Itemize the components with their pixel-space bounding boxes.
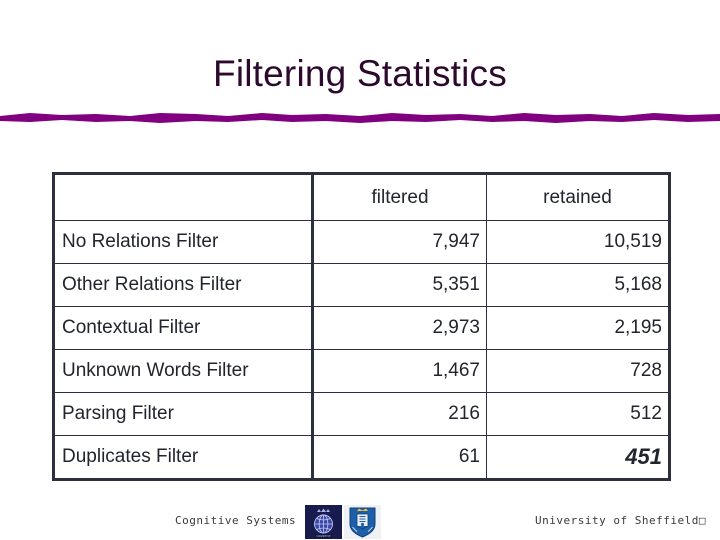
row-label-unknown-words-filter: Unknown Words Filter xyxy=(53,349,314,393)
title-divider-shape xyxy=(0,113,720,123)
university-of-sheffield-shield-logo xyxy=(344,505,381,539)
svg-text:COGNITIVE: COGNITIVE xyxy=(316,534,331,538)
cell-filtered-other-relations-filter: 5,351 xyxy=(312,263,487,307)
cell-retained-duplicates-filter: 451 xyxy=(486,435,670,480)
cognitive-systems-crest-logo: COGNITIVE xyxy=(305,505,342,539)
table-header-row: filtered retained xyxy=(53,173,670,221)
row-label-duplicates-filter: Duplicates Filter xyxy=(53,435,314,480)
title-divider-rule xyxy=(0,106,720,128)
table-row: Duplicates Filter 61 451 xyxy=(53,435,670,480)
footer-project-name: Cognitive Systems xyxy=(175,514,297,527)
row-label-contextual-filter: Contextual Filter xyxy=(53,306,314,350)
column-header-label xyxy=(53,173,314,221)
cell-retained-contextual-filter: 2,195 xyxy=(486,306,670,350)
table-row: No Relations Filter 7,947 10,519 xyxy=(53,220,670,264)
cell-filtered-contextual-filter: 2,973 xyxy=(312,306,487,350)
row-label-parsing-filter: Parsing Filter xyxy=(53,392,314,436)
cell-retained-unknown-words-filter: 728 xyxy=(486,349,670,393)
row-label-no-relations-filter: No Relations Filter xyxy=(53,220,314,264)
column-header-retained: retained xyxy=(486,173,670,221)
table-row: Other Relations Filter 5,351 5,168 xyxy=(53,263,670,307)
column-header-filtered: filtered xyxy=(312,173,487,221)
title-divider-svg xyxy=(0,113,720,123)
cell-retained-no-relations-filter: 10,519 xyxy=(486,220,670,264)
cell-filtered-parsing-filter: 216 xyxy=(312,392,487,436)
cell-filtered-unknown-words-filter: 1,467 xyxy=(312,349,487,393)
filtering-statistics-table: filtered retained No Relations Filter 7,… xyxy=(52,172,671,481)
cell-filtered-duplicates-filter: 61 xyxy=(312,435,487,480)
row-label-other-relations-filter: Other Relations Filter xyxy=(53,263,314,307)
table-header: filtered retained xyxy=(53,173,670,221)
cell-retained-other-relations-filter: 5,168 xyxy=(486,263,670,307)
table-row: Parsing Filter 216 512 xyxy=(53,392,670,436)
cell-filtered-no-relations-filter: 7,947 xyxy=(312,220,487,264)
cell-retained-parsing-filter: 512 xyxy=(486,392,670,436)
footer-logos: COGNITIVE xyxy=(305,505,381,539)
table-row: Contextual Filter 2,973 2,195 xyxy=(53,306,670,350)
filtering-statistics-table-container: filtered retained No Relations Filter 7,… xyxy=(52,172,671,481)
page-title: Filtering Statistics xyxy=(213,53,507,94)
footer-institution-name: University of Sheffield□ xyxy=(535,514,706,527)
table-row: Unknown Words Filter 1,467 728 xyxy=(53,349,670,393)
table-body: No Relations Filter 7,947 10,519 Other R… xyxy=(53,220,670,480)
